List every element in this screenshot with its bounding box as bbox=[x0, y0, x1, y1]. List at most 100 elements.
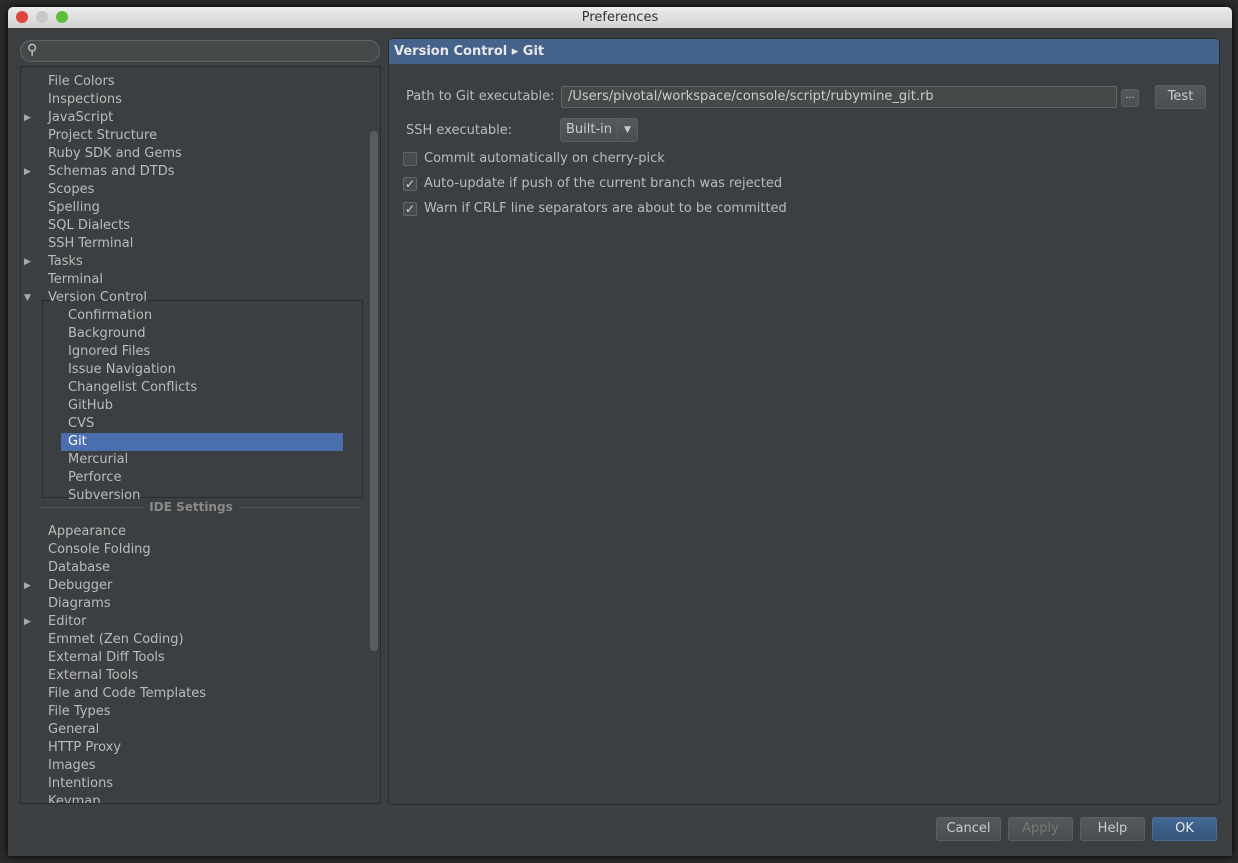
tree-item-version-control[interactable]: ▼ Version Control bbox=[21, 289, 361, 307]
tree-item-label: Subversion bbox=[68, 488, 141, 503]
tree-item-spelling[interactable]: Spelling bbox=[21, 199, 361, 217]
tree-item-perforce[interactable]: Perforce bbox=[21, 469, 361, 487]
tree-item-mercurial[interactable]: Mercurial bbox=[21, 451, 361, 469]
tree-item-github[interactable]: GitHub bbox=[21, 397, 361, 415]
tree-item-changelist-conflicts[interactable]: Changelist Conflicts bbox=[21, 379, 361, 397]
collapsed-arrow-icon[interactable]: ▶ bbox=[24, 577, 31, 595]
zoom-button[interactable] bbox=[56, 11, 68, 23]
tree-item-console-folding[interactable]: Console Folding bbox=[21, 541, 361, 559]
preferences-window: Preferences ⚲ IDE Settings File Colors In… bbox=[8, 7, 1232, 856]
tree-item-database[interactable]: Database bbox=[21, 559, 361, 577]
tree-item-inspections[interactable]: Inspections bbox=[21, 91, 361, 109]
tree-item-subversion[interactable]: Subversion bbox=[21, 487, 361, 505]
browse-button[interactable]: ... bbox=[1121, 89, 1139, 107]
window-title: Preferences bbox=[581, 10, 659, 25]
tree-item-label: Schemas and DTDs bbox=[48, 164, 175, 179]
tree-item-label: Inspections bbox=[48, 92, 122, 107]
tree-item-label: GitHub bbox=[68, 398, 114, 413]
tree-item-ssh-terminal[interactable]: SSH Terminal bbox=[21, 235, 361, 253]
tree-item-label: Terminal bbox=[48, 272, 103, 287]
tree-item-label: Appearance bbox=[48, 524, 127, 539]
tree-item-background[interactable]: Background bbox=[21, 325, 361, 343]
tree-item-cvs[interactable]: CVS bbox=[21, 415, 361, 433]
tree-item-editor[interactable]: ▶ Editor bbox=[21, 613, 361, 631]
tree-item-label: Ruby SDK and Gems bbox=[48, 146, 182, 161]
tree-item-label: Diagrams bbox=[48, 596, 111, 611]
tree-item-external-tools[interactable]: External Tools bbox=[21, 667, 361, 685]
cancel-button[interactable]: Cancel bbox=[936, 817, 1001, 841]
tree-item-http-proxy[interactable]: HTTP Proxy bbox=[21, 739, 361, 757]
help-button[interactable]: Help bbox=[1080, 817, 1145, 841]
tree-item-ignored-files[interactable]: Ignored Files bbox=[21, 343, 361, 361]
ssh-value: Built-in bbox=[566, 122, 613, 137]
tree-item-label: Ignored Files bbox=[68, 344, 151, 359]
tree-item-label: Console Folding bbox=[48, 542, 151, 557]
tree-item-issue-navigation[interactable]: Issue Navigation bbox=[21, 361, 361, 379]
checkbox-label[interactable]: Auto-update if push of the current branc… bbox=[424, 176, 782, 191]
tree-item-external-diff-tools[interactable]: External Diff Tools bbox=[21, 649, 361, 667]
tree-item-git[interactable]: Git bbox=[61, 433, 343, 451]
tree-item-label: Intentions bbox=[48, 776, 114, 791]
tree-item-label: Mercurial bbox=[68, 452, 129, 467]
tree-item-label: Debugger bbox=[48, 578, 113, 593]
tree-item-keymap[interactable]: Keymap bbox=[21, 793, 361, 804]
chevron-down-icon: ▼ bbox=[617, 119, 637, 141]
tree-item-label: Tasks bbox=[48, 254, 83, 269]
path-input[interactable]: /Users/pivotal/workspace/console/script/… bbox=[561, 86, 1117, 108]
tree-item-label: Perforce bbox=[68, 470, 122, 485]
tree-item-label: Project Structure bbox=[48, 128, 158, 143]
tree-item-label: File and Code Templates bbox=[48, 686, 206, 701]
collapsed-arrow-icon[interactable]: ▶ bbox=[24, 253, 31, 271]
collapsed-arrow-icon[interactable]: ▶ bbox=[24, 163, 31, 181]
apply-button[interactable]: Apply bbox=[1008, 817, 1073, 841]
tree-item-images[interactable]: Images bbox=[21, 757, 361, 775]
checkbox-label[interactable]: Warn if CRLF line separators are about t… bbox=[424, 201, 787, 216]
tree-item-tasks[interactable]: ▶ Tasks bbox=[21, 253, 361, 271]
tree-item-appearance[interactable]: Appearance bbox=[21, 523, 361, 541]
tree-item-label: Emmet (Zen Coding) bbox=[48, 632, 184, 647]
tree-item-label: HTTP Proxy bbox=[48, 740, 122, 755]
tree-item-schemas-and-dtds[interactable]: ▶ Schemas and DTDs bbox=[21, 163, 361, 181]
tree-item-emmet-zen-coding[interactable]: Emmet (Zen Coding) bbox=[21, 631, 361, 649]
tree-item-label: SQL Dialects bbox=[48, 218, 131, 233]
test-button[interactable]: Test bbox=[1155, 85, 1206, 109]
ok-button[interactable]: OK bbox=[1152, 817, 1217, 841]
search-input[interactable]: ⚲ bbox=[20, 40, 380, 62]
ssh-select[interactable]: Built-in ▼ bbox=[560, 118, 638, 142]
collapsed-arrow-icon[interactable]: ▶ bbox=[24, 109, 31, 127]
checkbox-label[interactable]: Commit automatically on cherry-pick bbox=[424, 151, 665, 166]
tree-item-intentions[interactable]: Intentions bbox=[21, 775, 361, 793]
tree-item-javascript[interactable]: ▶ JavaScript bbox=[21, 109, 361, 127]
minimize-button[interactable] bbox=[36, 11, 48, 23]
collapsed-arrow-icon[interactable]: ▶ bbox=[24, 613, 31, 631]
tree-item-sql-dialects[interactable]: SQL Dialects bbox=[21, 217, 361, 235]
tree-item-general[interactable]: General bbox=[21, 721, 361, 739]
checkbox[interactable]: ✓ bbox=[403, 202, 417, 216]
tree-item-label: SSH Terminal bbox=[48, 236, 134, 251]
tree-item-label: File Types bbox=[48, 704, 111, 719]
tree-item-label: External Tools bbox=[48, 668, 139, 683]
close-button[interactable] bbox=[16, 11, 28, 23]
tree-item-diagrams[interactable]: Diagrams bbox=[21, 595, 361, 613]
tree-item-scopes[interactable]: Scopes bbox=[21, 181, 361, 199]
tree-item-project-structure[interactable]: Project Structure bbox=[21, 127, 361, 145]
tree-item-debugger[interactable]: ▶ Debugger bbox=[21, 577, 361, 595]
checkbox[interactable]: ✓ bbox=[403, 177, 417, 191]
tree-item-ruby-sdk-and-gems[interactable]: Ruby SDK and Gems bbox=[21, 145, 361, 163]
tree-item-confirmation[interactable]: Confirmation bbox=[21, 307, 361, 325]
tree-item-label: Keymap bbox=[48, 794, 101, 804]
tree-item-label: Confirmation bbox=[68, 308, 153, 323]
scrollbar[interactable] bbox=[370, 131, 378, 651]
tree-item-label: Editor bbox=[48, 614, 87, 629]
tree-item-terminal[interactable]: Terminal bbox=[21, 271, 361, 289]
checkbox[interactable] bbox=[403, 152, 417, 166]
tree-item-label: File Colors bbox=[48, 74, 115, 89]
title-bar: Preferences bbox=[8, 7, 1232, 28]
tree-item-file-types[interactable]: File Types bbox=[21, 703, 361, 721]
tree-item-file-colors[interactable]: File Colors bbox=[21, 73, 361, 91]
expanded-arrow-icon[interactable]: ▼ bbox=[24, 289, 31, 307]
tree-item-label: General bbox=[48, 722, 100, 737]
tree-item-label: Changelist Conflicts bbox=[68, 380, 198, 395]
breadcrumb: Version Control ▸ Git bbox=[389, 39, 1219, 64]
tree-item-file-and-code-templates[interactable]: File and Code Templates bbox=[21, 685, 361, 703]
